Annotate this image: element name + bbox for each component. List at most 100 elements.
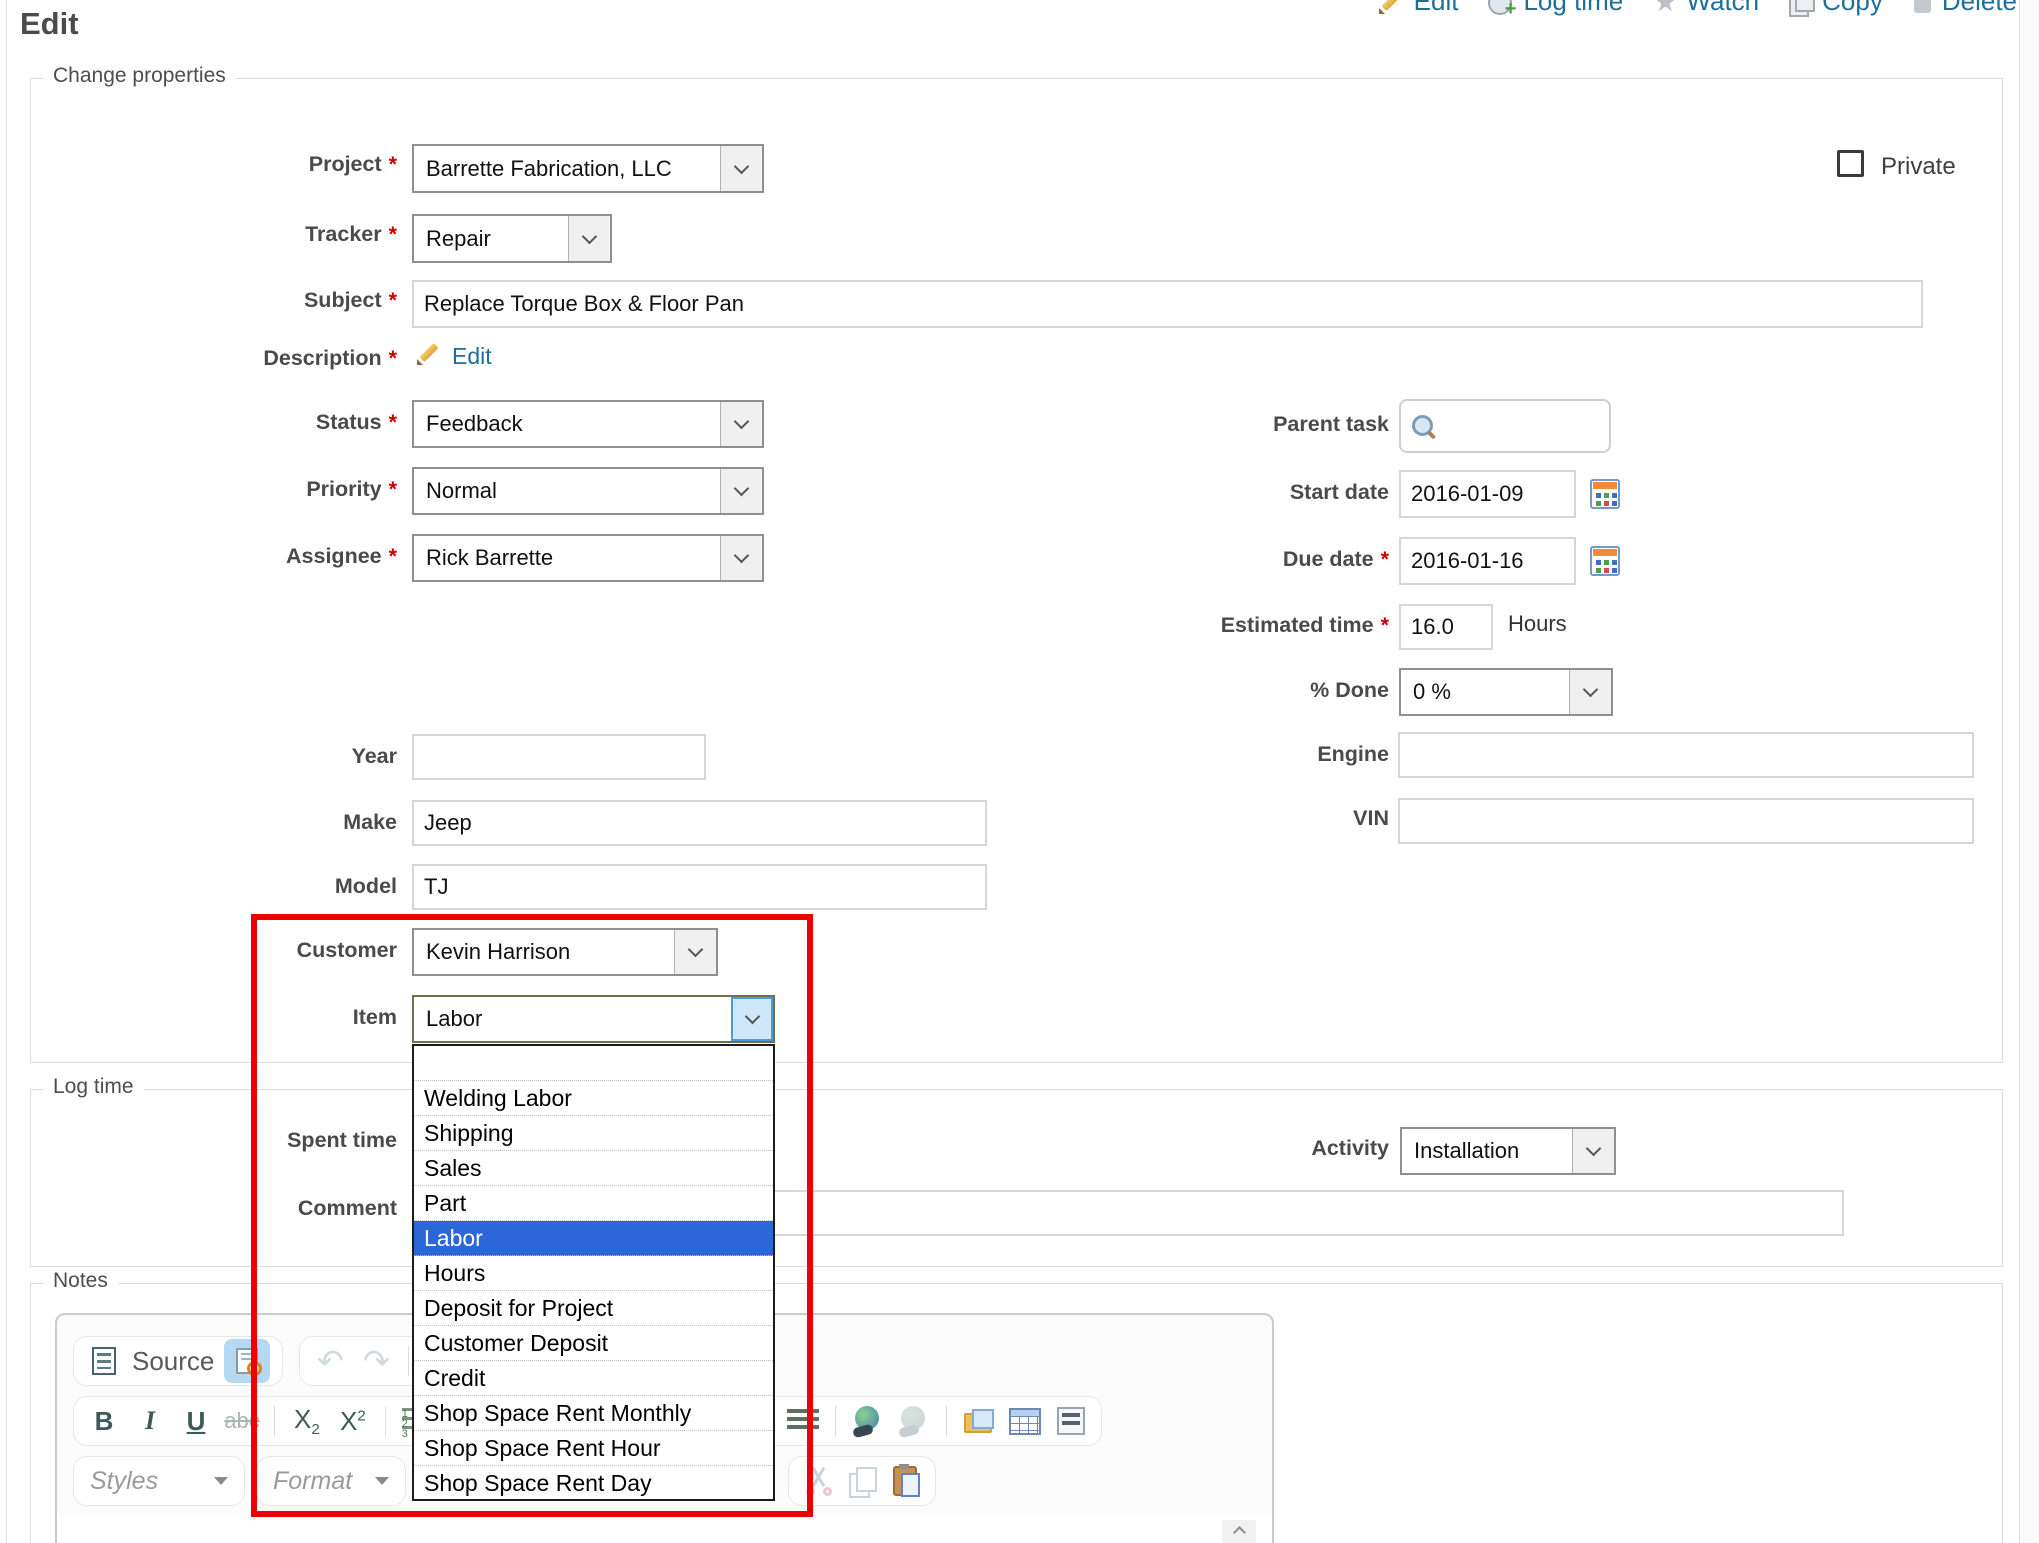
item-dropdown-option[interactable]: Sales	[414, 1151, 773, 1186]
due-date-input[interactable]	[1399, 537, 1576, 585]
editor-scrollbar[interactable]	[1222, 1520, 1256, 1543]
private-checkbox[interactable]	[1837, 150, 1864, 177]
due-date-label: Due date*	[1040, 547, 1389, 572]
priority-select-button[interactable]	[720, 469, 762, 513]
redo-button[interactable]: ↷	[358, 1341, 394, 1381]
watch-link[interactable]: ★ Watch	[1653, 0, 1759, 17]
customer-select[interactable]: Kevin Harrison	[412, 928, 718, 976]
priority-label: Priority*	[40, 477, 397, 502]
item-dropdown-option[interactable]	[414, 1046, 773, 1081]
subscript-button[interactable]: X2	[289, 1401, 325, 1441]
caret-down-icon	[214, 1477, 228, 1485]
underline-button[interactable]: U	[178, 1401, 214, 1441]
assignee-select[interactable]: Rick Barrette	[412, 534, 764, 582]
private-label: Private	[1881, 153, 1956, 181]
make-label: Make	[40, 810, 397, 835]
item-dropdown-option[interactable]: Welding Labor	[414, 1081, 773, 1116]
percent-done-select-button[interactable]	[1569, 670, 1611, 714]
item-dropdown-option[interactable]: Customer Deposit	[414, 1326, 773, 1361]
item-dropdown-option[interactable]: Deposit for Project	[414, 1291, 773, 1326]
templates-button[interactable]	[224, 1339, 270, 1383]
styles-dropdown[interactable]: Styles	[73, 1456, 245, 1506]
insert-table-button[interactable]	[1007, 1401, 1043, 1441]
item-dropdown-option[interactable]: Part	[414, 1186, 773, 1221]
item-dropdown-option[interactable]: Shop Space Rent Monthly	[414, 1396, 773, 1431]
source-button[interactable]	[86, 1341, 122, 1381]
insert-image-button[interactable]	[961, 1401, 997, 1441]
subject-input[interactable]	[412, 280, 1923, 328]
page-scrollbar-strip[interactable]	[2019, 0, 2039, 1543]
link-icon	[853, 1406, 883, 1436]
copy-link-label: Copy	[1822, 0, 1883, 17]
justify-block-button[interactable]	[785, 1401, 821, 1441]
engine-input[interactable]	[1398, 732, 1974, 778]
notes-editor-content[interactable]	[57, 1516, 1272, 1543]
strikethrough-button[interactable]: abc	[224, 1401, 260, 1441]
search-icon	[1411, 413, 1437, 439]
italic-button[interactable]: I	[132, 1401, 168, 1441]
log-time-link[interactable]: Log time	[1488, 0, 1623, 17]
status-select-button[interactable]	[720, 402, 762, 446]
format-dropdown-label: Format	[273, 1467, 352, 1496]
scissors-icon	[804, 1466, 834, 1496]
item-select-button[interactable]	[731, 997, 773, 1041]
chevron-down-icon	[744, 1009, 760, 1025]
bold-button[interactable]: B	[86, 1401, 122, 1441]
priority-select[interactable]: Normal	[412, 467, 764, 515]
link-button[interactable]	[850, 1401, 886, 1441]
make-input[interactable]	[412, 800, 987, 846]
unlink-button[interactable]	[896, 1401, 932, 1441]
tracker-select[interactable]: Repair	[412, 214, 612, 263]
item-dropdown-option[interactable]: Shop Space Rent Day	[414, 1466, 773, 1501]
item-dropdown-option[interactable]: Hours	[414, 1256, 773, 1291]
assignee-label: Assignee*	[40, 544, 397, 569]
calendar-icon[interactable]	[1590, 546, 1620, 576]
estimated-time-input[interactable]	[1399, 604, 1493, 650]
toolbar-separator	[408, 1346, 409, 1376]
tracker-select-button[interactable]	[568, 216, 610, 261]
copy-button[interactable]	[844, 1461, 880, 1501]
pencil-icon	[417, 340, 443, 366]
chevron-down-icon	[688, 942, 704, 958]
undo-button[interactable]: ↶	[312, 1341, 348, 1381]
status-select[interactable]: Feedback	[412, 400, 764, 448]
item-dropdown-option[interactable]: Shop Space Rent Hour	[414, 1431, 773, 1466]
item-dropdown-option[interactable]: Shipping	[414, 1116, 773, 1151]
parent-task-label: Parent task	[1040, 412, 1389, 437]
activity-select[interactable]: Installation	[1400, 1127, 1616, 1175]
assignee-select-button[interactable]	[720, 536, 762, 580]
issue-edit-page: Edit Log time ★ Watch Copy Delete Edit C…	[0, 0, 2039, 1543]
edit-link[interactable]: Edit	[1379, 0, 1459, 17]
delete-link[interactable]: Delete	[1913, 0, 2017, 17]
log-time-link-label: Log time	[1523, 0, 1623, 17]
description-edit-link[interactable]: Edit	[452, 343, 492, 370]
format-dropdown[interactable]: Format	[256, 1456, 406, 1506]
estimated-time-unit: Hours	[1508, 611, 1567, 637]
blockquote-button[interactable]	[1053, 1401, 1089, 1441]
paste-button[interactable]	[887, 1461, 923, 1501]
cut-button[interactable]	[801, 1461, 837, 1501]
activity-select-button[interactable]	[1572, 1129, 1614, 1173]
estimated-time-label: Estimated time*	[1040, 613, 1389, 638]
project-select-button[interactable]	[720, 146, 762, 191]
model-input[interactable]	[412, 864, 987, 910]
tracker-label: Tracker*	[40, 222, 397, 247]
item-select[interactable]: Labor	[412, 995, 775, 1043]
vin-input[interactable]	[1398, 798, 1974, 844]
copy-link[interactable]: Copy	[1789, 0, 1883, 17]
calendar-icon[interactable]	[1590, 479, 1620, 509]
item-dropdown-option[interactable]: Labor	[414, 1221, 773, 1256]
start-date-input[interactable]	[1399, 470, 1576, 518]
year-label: Year	[40, 744, 397, 769]
document-lines-icon	[1057, 1407, 1085, 1435]
customer-select-button[interactable]	[674, 930, 716, 974]
activity-label: Activity	[1040, 1136, 1389, 1161]
year-input[interactable]	[412, 734, 706, 780]
spent-time-label: Spent time	[40, 1128, 397, 1153]
item-dropdown-option[interactable]: Credit	[414, 1361, 773, 1396]
project-select[interactable]: Barrette Fabrication, LLC	[412, 144, 764, 193]
parent-task-input[interactable]	[1399, 399, 1611, 453]
percent-done-select[interactable]: 0 %	[1399, 668, 1613, 716]
pencil-icon	[1379, 0, 1405, 15]
superscript-button[interactable]: X2	[335, 1401, 371, 1441]
